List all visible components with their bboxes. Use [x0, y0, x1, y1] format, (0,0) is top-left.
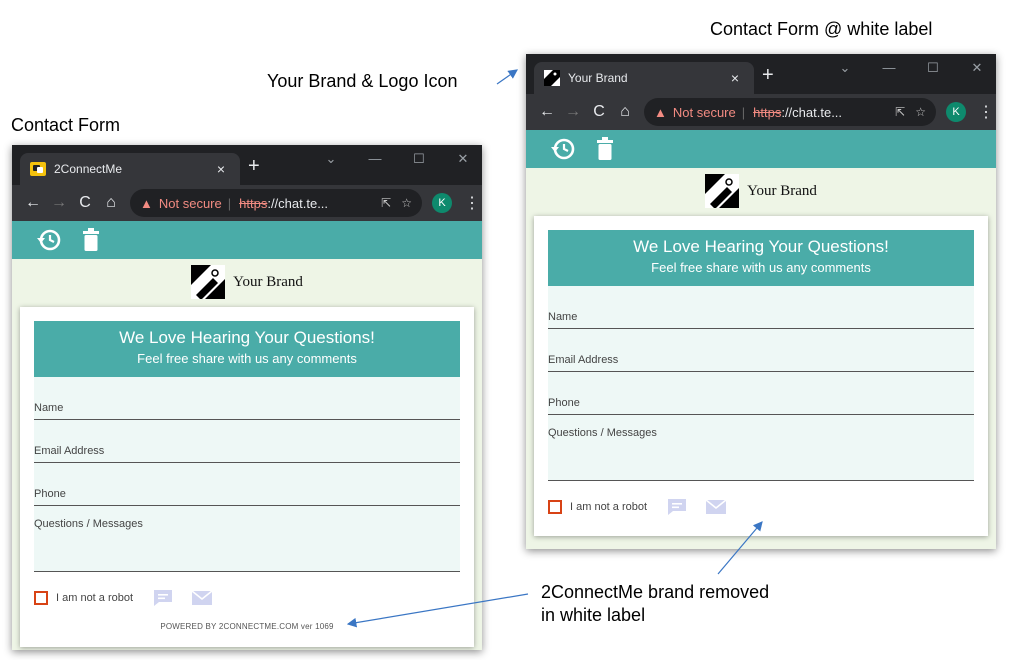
white-label-arrow — [717, 521, 763, 575]
powered-by-arrow — [346, 593, 529, 628]
annotation-arrows — [346, 69, 763, 628]
brand-logo-arrow — [496, 69, 518, 85]
